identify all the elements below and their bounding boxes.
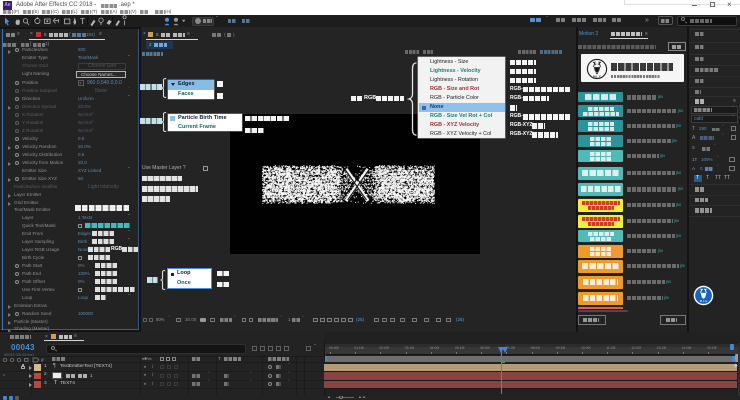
svg-text:M.L.C: M.L.C xyxy=(593,74,602,78)
svg-text:#: # xyxy=(41,358,44,363)
svg-text:M.L.C: M.L.C xyxy=(700,299,707,303)
